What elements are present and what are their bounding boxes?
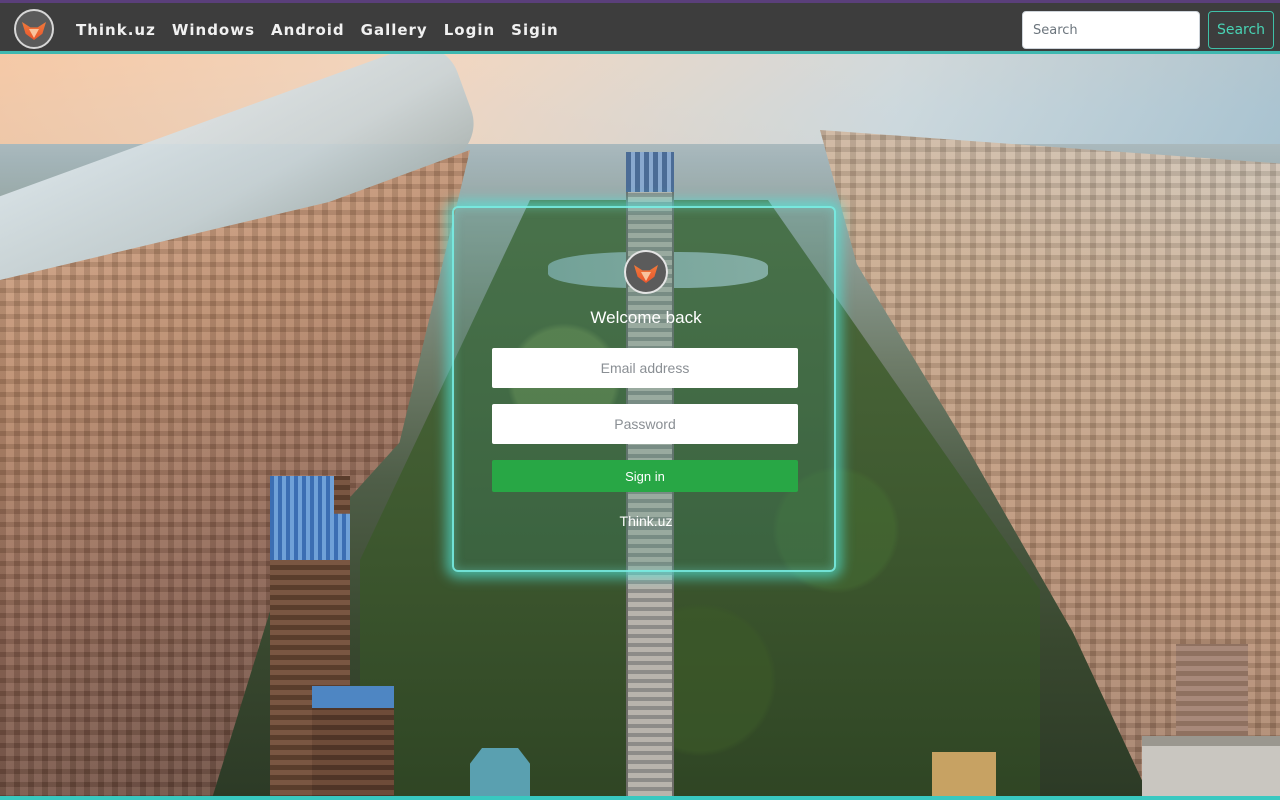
login-card: Welcome back Sign in Think.uz (452, 206, 836, 572)
brand-logo[interactable] (14, 9, 54, 49)
fox-logo-icon (633, 259, 659, 285)
nav-link-android[interactable]: Android (271, 20, 345, 40)
nav-links: Think.uz Windows Android Gallery Login S… (76, 20, 559, 40)
nav-link-think-uz[interactable]: Think.uz (76, 20, 156, 40)
nav-link-gallery[interactable]: Gallery (361, 20, 428, 40)
password-field[interactable] (492, 404, 798, 444)
bottom-accent-strip (0, 796, 1280, 800)
tall-tower-top (626, 152, 674, 192)
search-input[interactable] (1022, 11, 1200, 49)
sign-in-button[interactable]: Sign in (492, 460, 798, 492)
nav-link-sigin[interactable]: Sigin (511, 20, 559, 40)
login-title: Welcome back (590, 308, 702, 327)
fox-logo-icon (21, 16, 47, 42)
nav-link-windows[interactable]: Windows (172, 20, 255, 40)
building-bottom-center (932, 752, 996, 800)
login-footer-text: Think.uz (619, 513, 673, 529)
nav-link-login[interactable]: Login (444, 20, 495, 40)
skyscraper-left-low (312, 686, 394, 800)
search-button[interactable]: Search (1208, 11, 1274, 49)
login-logo (624, 250, 668, 294)
navbar: Think.uz Windows Android Gallery Login S… (0, 0, 1280, 54)
building-right (1176, 644, 1248, 736)
building-bottom-left (470, 748, 530, 800)
email-field[interactable] (492, 348, 798, 388)
building-bottom-right (1142, 736, 1280, 800)
